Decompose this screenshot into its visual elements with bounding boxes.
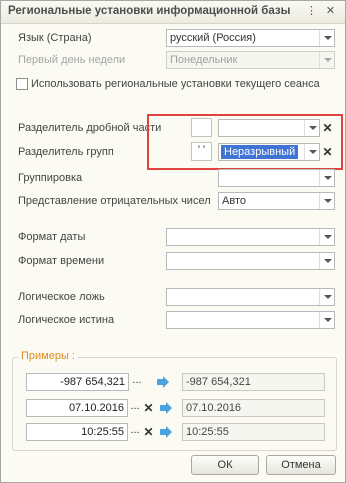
clear-date-icon[interactable]: ✕ bbox=[142, 400, 155, 416]
date-example-input[interactable]: 07.10.2016 bbox=[26, 399, 128, 417]
bool-false-label: Логическое ложь bbox=[18, 291, 105, 303]
bool-false-select[interactable] bbox=[166, 288, 335, 306]
neg-label: Представление отрицательных чисел bbox=[18, 195, 211, 207]
date-example-input-value: 07.10.2016 bbox=[68, 402, 124, 414]
number-example-input[interactable]: -987 654,321 bbox=[26, 373, 129, 391]
date-select-button[interactable]: ... bbox=[128, 399, 142, 417]
number-example-input-value: -987 654,321 bbox=[60, 376, 125, 388]
time-select-button[interactable]: ... bbox=[128, 423, 142, 441]
time-example-result: 10:25:55 bbox=[182, 423, 325, 441]
language-select[interactable]: русский (Россия) bbox=[166, 29, 335, 47]
ok-button[interactable]: ОК bbox=[191, 455, 259, 475]
date-format-select[interactable] bbox=[166, 228, 335, 246]
chevron-down-icon[interactable] bbox=[319, 289, 334, 305]
examples-title: Примеры : bbox=[18, 350, 78, 362]
title-bar: Региональные установки информационной ба… bbox=[1, 1, 345, 24]
first-day-select: Понедельник bbox=[166, 51, 335, 69]
cancel-button[interactable]: Отмена bbox=[266, 455, 336, 475]
use-session-checkbox[interactable] bbox=[16, 78, 28, 90]
language-value: русский (Россия) bbox=[170, 32, 256, 44]
grouping-select[interactable] bbox=[218, 169, 335, 187]
chevron-down-icon[interactable] bbox=[319, 253, 334, 269]
use-session-label: Использовать региональные установки теку… bbox=[31, 78, 320, 90]
chevron-down-icon bbox=[319, 52, 334, 68]
number-select-button[interactable]: ... bbox=[130, 373, 144, 391]
time-format-label: Формат времени bbox=[18, 255, 105, 267]
chevron-down-icon[interactable] bbox=[319, 312, 334, 328]
chevron-down-icon[interactable] bbox=[319, 170, 334, 186]
arrow-right-icon bbox=[157, 376, 169, 388]
bool-true-label: Логическое истина bbox=[18, 314, 115, 326]
bool-true-select[interactable] bbox=[166, 311, 335, 329]
number-example-result: -987 654,321 bbox=[182, 373, 325, 391]
date-example-result-value: 07.10.2016 bbox=[186, 402, 242, 414]
number-example-result-value: -987 654,321 bbox=[186, 376, 251, 388]
window-title: Региональные установки информационной ба… bbox=[8, 5, 291, 17]
arrow-right-icon bbox=[160, 426, 172, 438]
arrow-right-icon bbox=[160, 402, 172, 414]
grouping-label: Группировка bbox=[18, 172, 83, 184]
neg-value: Авто bbox=[222, 195, 246, 207]
first-day-label: Первый день недели bbox=[18, 54, 126, 66]
decimal-sep-label: Разделитель дробной части bbox=[18, 122, 162, 134]
date-format-label: Формат даты bbox=[18, 231, 86, 243]
date-example-result: 07.10.2016 bbox=[182, 399, 325, 417]
time-format-select[interactable] bbox=[166, 252, 335, 270]
first-day-value: Понедельник bbox=[170, 54, 238, 66]
close-icon[interactable]: ✕ bbox=[323, 4, 338, 19]
dialog-window: Региональные установки информационной ба… bbox=[0, 0, 346, 483]
time-example-result-value: 10:25:55 bbox=[186, 426, 229, 438]
chevron-down-icon[interactable] bbox=[319, 30, 334, 46]
clear-time-icon[interactable]: ✕ bbox=[142, 424, 155, 440]
chevron-down-icon[interactable] bbox=[319, 193, 334, 209]
time-example-input-value: 10:25:55 bbox=[81, 426, 124, 438]
highlight-frame bbox=[147, 114, 343, 170]
language-label: Язык (Страна) bbox=[18, 32, 92, 44]
more-icon[interactable]: ⋮ bbox=[304, 4, 319, 19]
time-example-input[interactable]: 10:25:55 bbox=[26, 423, 128, 441]
chevron-down-icon[interactable] bbox=[319, 229, 334, 245]
neg-select[interactable]: Авто bbox=[218, 192, 335, 210]
group-sep-label: Разделитель групп bbox=[18, 146, 114, 158]
